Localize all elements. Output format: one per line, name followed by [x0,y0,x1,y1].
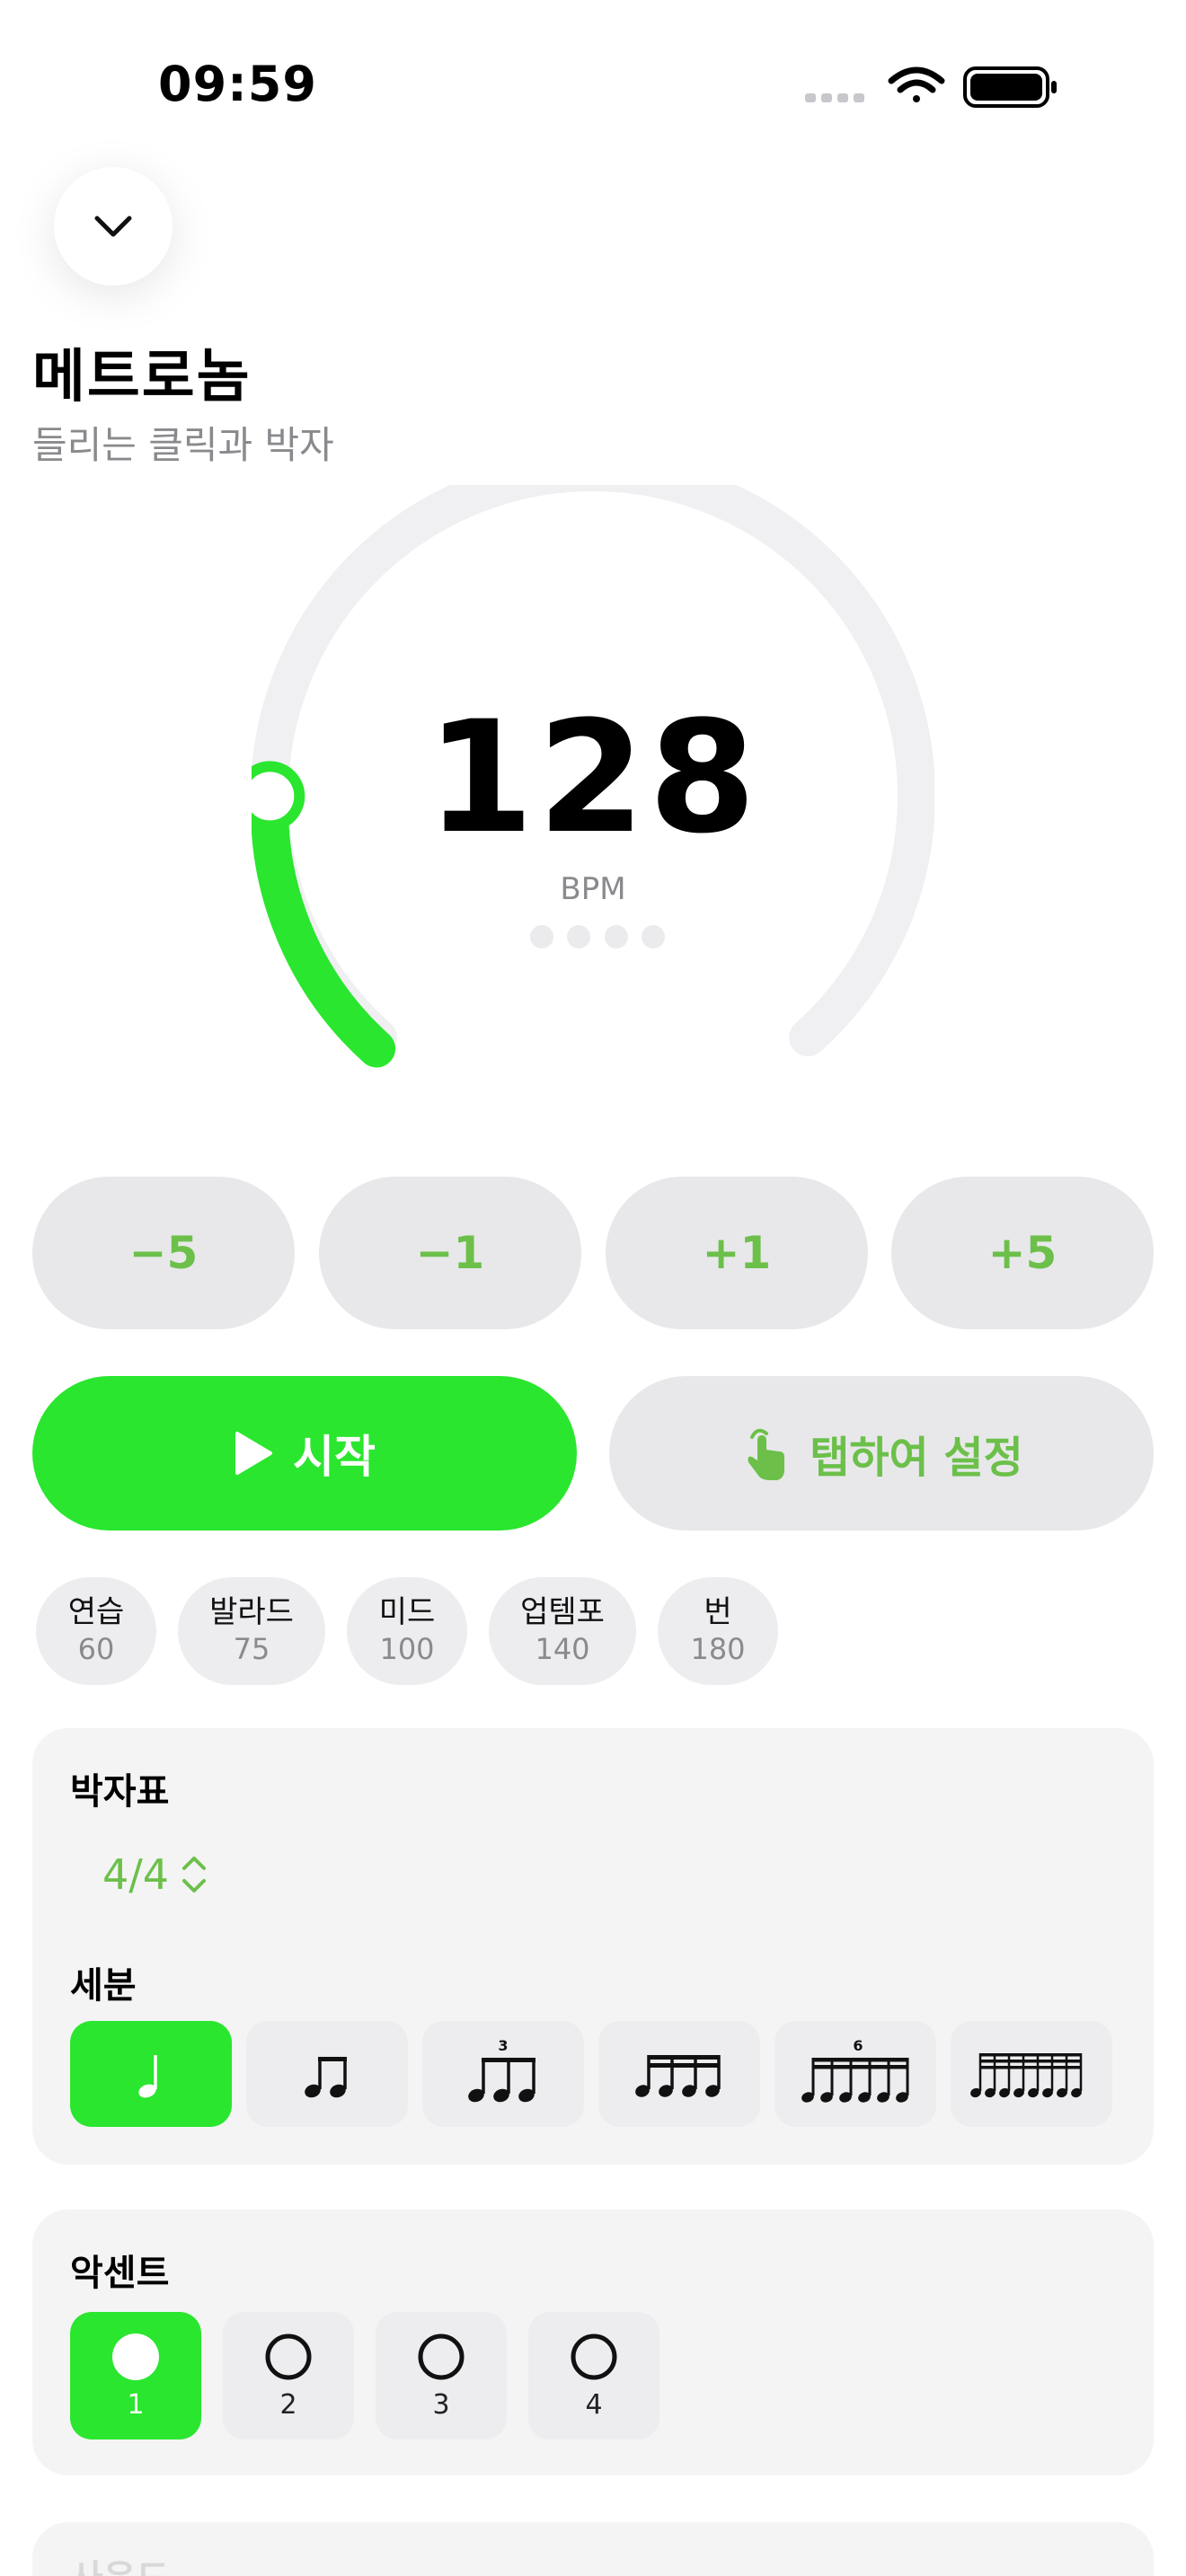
accent-beat-number: 3 [432,2388,450,2421]
beat-indicator [530,925,665,952]
accent-beat-number: 2 [279,2388,297,2421]
preset-name: 번 [704,1593,732,1630]
bpm-unit-label: BPM [560,871,626,907]
accent-filled-circle-icon [112,2333,159,2380]
preset-bpm: 100 [379,1631,435,1666]
quarter-note-icon [138,2055,157,2098]
wifi-icon [888,66,945,102]
accent-beat-4[interactable]: 4 [528,2312,659,2439]
cellular-icon [805,93,864,102]
preset-bpm: 140 [535,1631,590,1666]
start-button[interactable]: 시작 [32,1376,577,1531]
battery-icon [963,66,1057,108]
minus-5-button[interactable]: −5 [32,1177,295,1329]
beat-dot [604,925,628,948]
play-icon [235,1432,272,1475]
status-time: 09:59 [158,56,317,112]
preset-chip[interactable]: 미드 100 [347,1577,467,1685]
sixteenth-notes-icon [635,2055,721,2097]
plus-5-button[interactable]: +5 [891,1177,1154,1329]
chevron-down-icon [94,216,132,237]
subdivision-label: 세분 [70,1965,137,2007]
beat-dot [567,925,591,948]
bpm-value: 128 [426,687,760,868]
preset-bpm: 75 [233,1631,270,1666]
triplet-icon: 3 [468,2038,535,2103]
collapse-button[interactable] [54,167,173,286]
preset-chip[interactable]: 업템포 140 [489,1577,636,1685]
sound-label: 사운드 [70,2549,169,2576]
time-signature-value: 4/4 [102,1850,170,1899]
minus-1-button[interactable]: −1 [319,1177,581,1329]
accent-beat-number: 4 [585,2388,603,2421]
preset-name: 업템포 [520,1593,605,1630]
preset-chip[interactable]: 발라드 75 [178,1577,325,1685]
status-icons [805,66,1057,108]
page-subtitle: 들리는 클릭과 박자 [32,423,334,467]
tap-label: 탭하여 설정 [810,1433,1023,1483]
eighth-notes-icon [305,2057,347,2098]
subdivision-eighth[interactable] [246,2021,408,2127]
sound-card [32,2522,1154,2576]
page-title: 메트로놈 [32,344,252,410]
beat-dot [641,925,665,948]
accent-beat-2[interactable]: 2 [223,2312,354,2439]
accent-beat-3[interactable]: 3 [376,2312,507,2439]
sextuplet-icon: 6 [801,2038,909,2103]
time-signature-label: 박자표 [70,1771,170,1813]
tap-hand-icon [748,1428,785,1480]
preset-name: 발라드 [209,1593,294,1630]
preset-name: 미드 [378,1593,436,1630]
preset-chip[interactable]: 번 180 [658,1577,778,1685]
beat-dot [530,925,553,948]
subdivision-quarter[interactable] [70,2021,232,2127]
accent-empty-circle-icon [418,2333,465,2379]
subdivision-thirty-second[interactable] [951,2021,1112,2127]
plus-1-button[interactable]: +1 [606,1177,868,1329]
accent-beat-number: 1 [127,2388,145,2421]
time-signature-picker[interactable]: 4/4 [102,1850,208,1899]
chevron-up-down-icon [182,1857,207,1892]
accent-empty-circle-icon [571,2333,617,2379]
accent-beat-1[interactable]: 1 [70,2312,201,2439]
sextuplet-mark: 6 [853,2038,863,2054]
triplet-mark: 3 [498,2038,508,2054]
accent-empty-circle-icon [265,2333,312,2379]
preset-name: 연습 [67,1593,125,1630]
preset-bpm: 60 [77,1631,115,1666]
start-label: 시작 [293,1431,376,1483]
accent-label: 악센트 [70,2253,170,2294]
tap-tempo-button[interactable]: 탭하여 설정 [609,1376,1154,1531]
thirty-second-notes-icon [970,2053,1083,2098]
subdivision-triplet[interactable]: 3 [422,2021,584,2127]
subdivision-sextuplet[interactable]: 6 [774,2021,936,2127]
subdivision-sixteenth[interactable] [598,2021,760,2127]
preset-bpm: 180 [690,1631,746,1666]
preset-chip[interactable]: 연습 60 [36,1577,156,1685]
